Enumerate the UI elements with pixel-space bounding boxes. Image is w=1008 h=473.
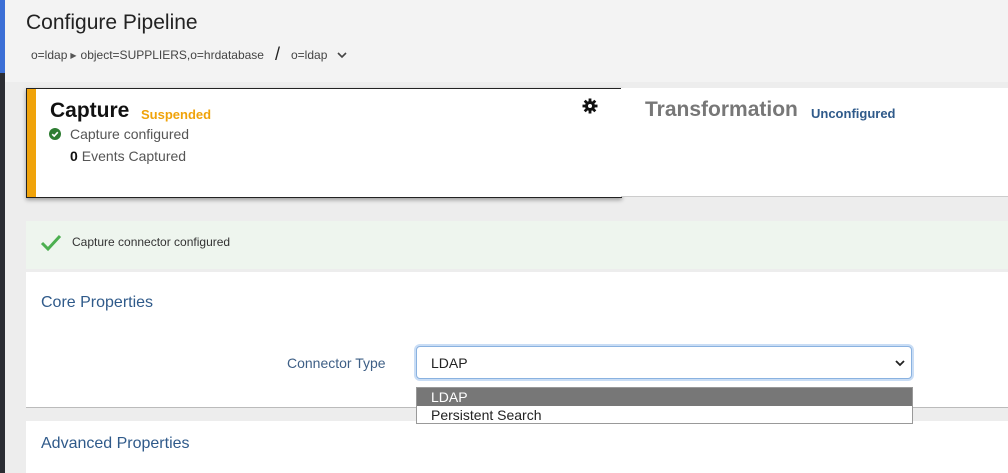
transformation-status-badge: Unconfigured (811, 106, 896, 121)
breadcrumb-item-object[interactable]: object=SUPPLIERS,o=hrdatabase (81, 48, 264, 62)
caret-right-icon: ▶ (70, 50, 77, 60)
capture-status-badge: Suspended (141, 107, 212, 122)
advanced-properties-title[interactable]: Advanced Properties (41, 435, 190, 453)
chevron-down-icon[interactable] (336, 49, 348, 61)
dropdown-option-persistent-search[interactable]: Persistent Search (417, 406, 912, 424)
dropdown-option-ldap[interactable]: LDAP (417, 388, 912, 406)
breadcrumb-item-target[interactable]: o=ldap (291, 48, 327, 62)
breadcrumb-item-root[interactable]: o=ldap (31, 48, 67, 62)
connector-type-dropdown: LDAP Persistent Search (416, 387, 913, 424)
checkmark-icon (40, 234, 62, 252)
capture-status-stripe (27, 89, 36, 197)
capture-title: Capture (50, 99, 130, 122)
breadcrumb: o=ldap ▶ object=SUPPLIERS,o=hrdatabase /… (31, 43, 348, 64)
core-properties-title[interactable]: Core Properties (41, 294, 153, 312)
capture-configured-text: Capture configured (70, 126, 190, 142)
page-title: Configure Pipeline (26, 11, 198, 34)
connector-type-label: Connector Type (287, 355, 386, 371)
chevron-down-icon (895, 360, 905, 367)
events-captured: 0 Events Captured (70, 148, 186, 164)
transformation-title: Transformation (645, 98, 798, 121)
alert-message: Capture connector configured (72, 235, 231, 249)
connector-type-select[interactable]: LDAP (416, 346, 912, 379)
connector-type-value: LDAP (431, 355, 468, 371)
breadcrumb-separator: / (274, 43, 280, 64)
events-count: 0 (70, 148, 78, 164)
capture-card[interactable]: Capture Suspended Capture configured 0 Ev… (26, 88, 622, 198)
capture-configured-row: Capture configured (49, 126, 189, 142)
check-circle-icon (49, 128, 61, 140)
events-label: Events Captured (81, 148, 187, 164)
success-alert: Capture connector configured (26, 221, 1008, 269)
advanced-properties-panel: Advanced Properties (26, 421, 1008, 473)
page-header: Configure Pipeline o=ldap ▶ object=SUPPL… (5, 0, 1008, 82)
transformation-card[interactable]: Transformation Unconfigured (621, 88, 1008, 197)
gear-icon[interactable] (582, 98, 598, 114)
